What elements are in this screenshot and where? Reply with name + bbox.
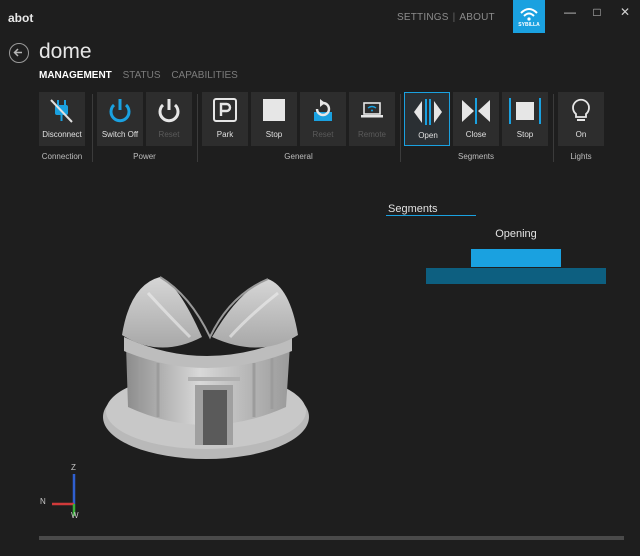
disconnect-label: Disconnect (42, 130, 82, 139)
group-separator (553, 94, 554, 162)
segment-indicator-top (471, 249, 561, 267)
refresh-icon (314, 99, 332, 121)
horizontal-scrollbar[interactable] (39, 536, 624, 540)
group-label-lights: Lights (570, 152, 592, 161)
segments-status: Opening (495, 228, 537, 240)
group-label-segments: Segments (457, 152, 495, 161)
tab-management[interactable]: MANAGEMENT (39, 70, 112, 81)
app-title: abot (8, 11, 34, 25)
remote-button[interactable]: Remote (349, 92, 395, 146)
switch-off-label: Switch Off (101, 130, 139, 139)
segment-indicator-base (426, 268, 606, 284)
stop-icon (509, 98, 541, 124)
axis-w-label: W (71, 511, 79, 520)
group-label-power: Power (133, 152, 156, 161)
group-separator (197, 94, 198, 162)
nav-tabs: MANAGEMENT STATUS CAPABILITIES (39, 70, 246, 81)
segments-close-button[interactable]: Close (453, 92, 499, 146)
segments-open-button[interactable]: Open (404, 92, 450, 146)
group-separator (92, 94, 93, 162)
orientation-axes: Z N W (38, 460, 88, 525)
general-reset-label: Reset (312, 130, 334, 139)
top-links: SETTINGS | ABOUT (397, 12, 495, 23)
maximize-button[interactable]: □ (586, 4, 608, 20)
group-label-general: General (284, 152, 313, 161)
power-icon (109, 99, 131, 123)
dome-3d-model (103, 276, 309, 459)
segments-open-label: Open (418, 131, 438, 140)
close-button[interactable]: ✕ (614, 4, 636, 20)
tab-status[interactable]: STATUS (123, 70, 161, 81)
close-arrows-icon (462, 98, 490, 124)
power-reset-button[interactable]: Reset (146, 92, 192, 146)
axis-n-label: N (40, 497, 46, 506)
segments-panel-title: Segments (388, 203, 438, 215)
general-reset-button[interactable]: Reset (300, 92, 346, 146)
segments-stop-button[interactable]: Stop (502, 92, 548, 146)
axis-z-label: Z (71, 463, 76, 472)
stop-icon (263, 99, 285, 121)
lights-on-button[interactable]: On (558, 92, 604, 146)
switch-off-button[interactable]: Switch Off (97, 92, 143, 146)
settings-link[interactable]: SETTINGS (397, 12, 449, 23)
minimize-button[interactable]: — (559, 4, 581, 20)
power-reset-label: Reset (158, 130, 180, 139)
power-icon (158, 99, 180, 123)
arrow-left-icon (13, 48, 22, 57)
wifi-icon (520, 8, 538, 21)
parking-icon (213, 98, 237, 122)
disconnect-button[interactable]: Disconnect (39, 92, 85, 146)
lights-on-label: On (575, 130, 587, 139)
remote-label: Remote (357, 130, 386, 139)
axes-gizmo-icon (52, 474, 76, 516)
tab-capabilities[interactable]: CAPABILITIES (171, 70, 238, 81)
brand-logo: SYBILLA (513, 0, 545, 33)
page-title: dome (39, 40, 92, 63)
back-button[interactable] (9, 43, 29, 63)
link-separator: | (452, 12, 456, 23)
park-button[interactable]: Park (202, 92, 248, 146)
segments-close-label: Close (465, 130, 487, 139)
brand-label: SYBILLA (518, 22, 540, 28)
group-separator (400, 94, 401, 162)
general-stop-label: Stop (265, 130, 283, 139)
group-label-connection: Connection (41, 152, 83, 161)
laptop-icon (361, 102, 383, 118)
open-arrows-icon (414, 99, 442, 125)
segments-panel-underline (386, 215, 476, 216)
about-link[interactable]: ABOUT (459, 12, 494, 23)
segments-stop-label: Stop (516, 130, 534, 139)
park-label: Park (216, 130, 234, 139)
lightbulb-icon (572, 98, 590, 121)
title-bar: abot SETTINGS | ABOUT SYBILLA — □ ✕ (0, 0, 640, 34)
unplug-icon (50, 99, 73, 123)
general-stop-button[interactable]: Stop (251, 92, 297, 146)
